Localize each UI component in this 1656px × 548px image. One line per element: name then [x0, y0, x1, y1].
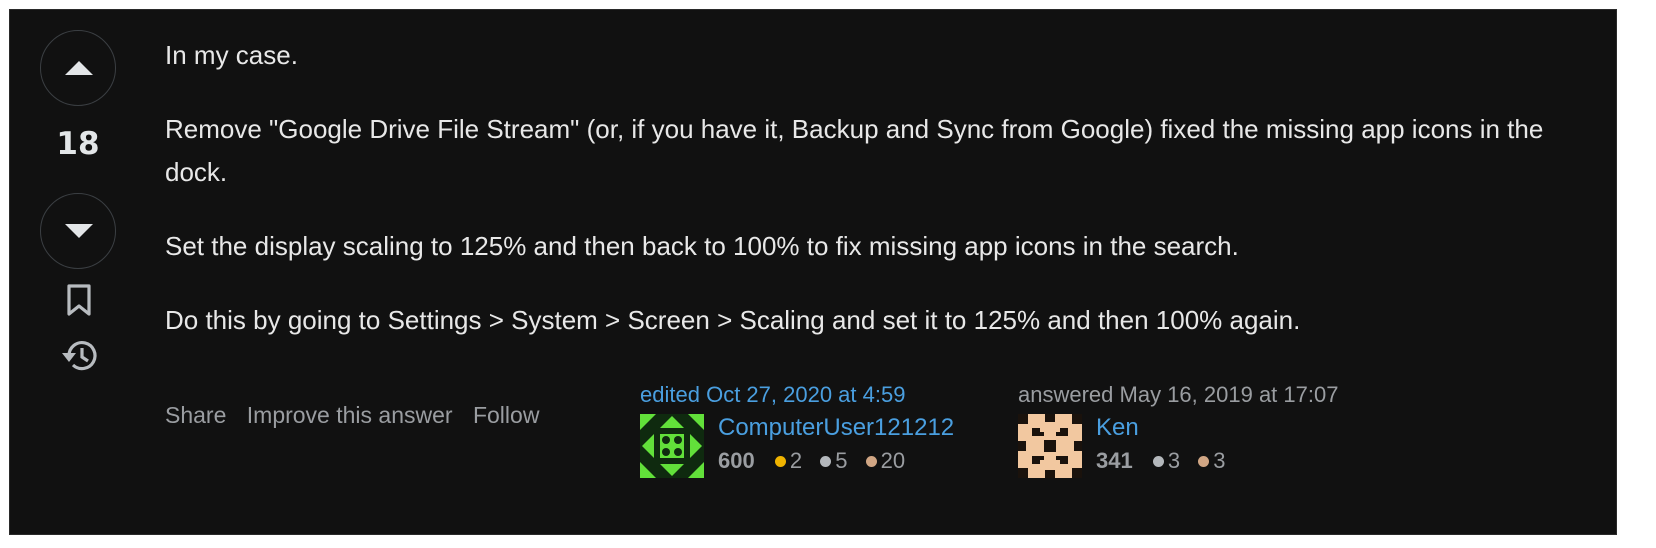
gold-badge-icon — [774, 456, 786, 467]
silver-badge-icon — [1152, 456, 1164, 467]
post-menu: Share Improve this answer Follow — [165, 402, 553, 429]
bronze-badge-icon — [1198, 456, 1210, 467]
answer-body: In my case. Remove "Google Drive File St… — [165, 34, 1565, 373]
author-signature: answered May 16, 2019 at 17:07 Ken 341 3… — [1018, 382, 1378, 478]
history-icon[interactable] — [61, 338, 99, 374]
action-label: answered — [1018, 382, 1114, 407]
bronze-badge-icon — [865, 456, 877, 467]
reputation-score: 341 — [1096, 448, 1133, 473]
reputation-score: 600 — [718, 448, 755, 473]
bronze-badge-count: 20 — [880, 448, 906, 473]
paragraph: Remove "Google Drive File Stream" (or, i… — [165, 114, 1544, 187]
paragraph: Do this by going to Settings > System > … — [165, 305, 1301, 335]
answer-panel: 18 In my case. Remove "Google Drive File… — [10, 10, 1616, 534]
timestamp: Oct 27, 2020 at 4:59 — [706, 382, 906, 407]
paragraph: Set the display scaling to 125% and then… — [165, 231, 1239, 261]
action-label: edited — [640, 382, 700, 407]
edited-info[interactable]: edited Oct 27, 2020 at 4:59 — [640, 382, 980, 408]
downvote-button[interactable] — [40, 193, 116, 269]
user-name[interactable]: ComputerUser121212 — [718, 414, 954, 442]
arrow-down-icon — [65, 224, 93, 238]
silver-badge-icon — [820, 456, 832, 467]
follow-link[interactable]: Follow — [473, 402, 539, 428]
improve-answer-link[interactable]: Improve this answer — [247, 402, 453, 428]
bookmark-icon[interactable] — [66, 284, 92, 316]
vote-count: 18 — [56, 126, 100, 162]
user-reputation: 341 3 3 — [1096, 448, 1233, 474]
avatar[interactable] — [1018, 414, 1082, 478]
user-reputation: 600 2 5 20 — [718, 448, 913, 474]
user-name[interactable]: Ken — [1096, 414, 1139, 442]
silver-badge-count: 3 — [1167, 448, 1181, 473]
bronze-badge-count: 3 — [1213, 448, 1226, 473]
timestamp: May 16, 2019 at 17:07 — [1119, 382, 1339, 407]
paragraph: In my case. — [165, 40, 298, 70]
answered-info: answered May 16, 2019 at 17:07 — [1018, 382, 1378, 408]
editor-signature: edited Oct 27, 2020 at 4:59 ComputerUser… — [640, 382, 980, 478]
avatar[interactable] — [640, 414, 704, 478]
upvote-button[interactable] — [40, 30, 116, 106]
share-link[interactable]: Share — [165, 402, 226, 428]
gold-badge-count: 2 — [789, 448, 803, 473]
silver-badge-count: 5 — [835, 448, 848, 473]
arrow-up-icon — [65, 61, 93, 75]
